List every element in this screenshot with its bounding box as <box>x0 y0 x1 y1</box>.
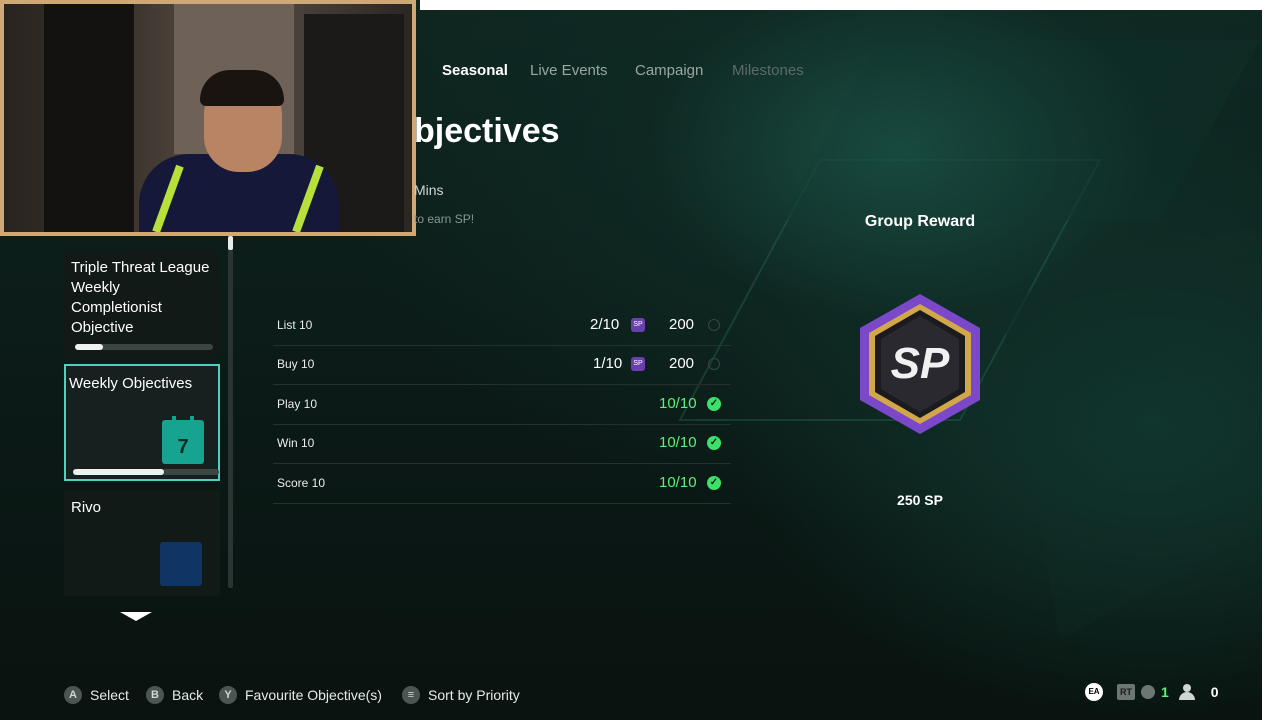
sidebar-item-label: Triple Threat League Weekly Completionis… <box>71 259 210 336</box>
sort-by-priority-button[interactable]: ≡ Sort by Priority <box>402 686 520 704</box>
webcam-overlay <box>0 0 416 236</box>
rt-trigger-icon: RT <box>1117 684 1135 700</box>
action-label: Select <box>90 687 129 703</box>
webcam-background <box>44 4 134 232</box>
tab-live-events[interactable]: Live Events <box>530 62 608 79</box>
friends-icon <box>1178 684 1199 700</box>
calendar-ring <box>172 416 176 424</box>
right-edge <box>1262 0 1280 720</box>
objective-progress: 1/10 <box>593 355 623 372</box>
sp-badge-icon: SP <box>860 294 980 434</box>
objective-progress: 10/10 <box>659 434 697 451</box>
menu-button-icon: ≡ <box>402 686 420 704</box>
objective-row[interactable]: Play 10 10/10 ✓ <box>273 385 731 425</box>
a-button-icon: A <box>64 686 82 704</box>
calendar-ring <box>190 416 194 424</box>
progress-bar <box>75 344 213 350</box>
incomplete-circle-icon <box>708 319 720 331</box>
objective-row[interactable]: Score 10 10/10 ✓ <box>273 464 731 504</box>
calendar-day: 7 <box>177 436 189 458</box>
green-counter: 1 <box>1161 684 1169 700</box>
time-remaining: Mins <box>414 182 444 198</box>
sp-badge-text: SP <box>891 339 950 388</box>
check-icon: ✓ <box>707 436 721 450</box>
objective-row[interactable]: Buy 10 1/10 SP 200 <box>273 345 731 385</box>
top-edge <box>420 0 1262 10</box>
back-button[interactable]: B Back <box>146 686 203 704</box>
y-button-icon: Y <box>219 686 237 704</box>
sidebar-item-weekly-objectives[interactable]: Weekly Objectives 7 <box>64 364 220 481</box>
progress-fill <box>73 469 164 475</box>
check-icon: ✓ <box>707 476 721 490</box>
objective-name: Win 10 <box>277 436 315 450</box>
objective-row[interactable]: List 10 2/10 SP 200 <box>273 306 731 346</box>
page-title: bjectives <box>414 112 560 150</box>
scroll-down-arrow-icon[interactable] <box>120 612 152 621</box>
select-button[interactable]: A Select <box>64 686 129 704</box>
check-icon: ✓ <box>707 397 721 411</box>
objective-name: Buy 10 <box>277 357 315 371</box>
tab-milestones[interactable]: Milestones <box>732 62 804 79</box>
objective-name: Play 10 <box>277 397 318 411</box>
webcam-person <box>200 70 284 106</box>
tab-seasonal[interactable]: Seasonal <box>442 62 508 79</box>
objective-reward: 200 <box>669 316 695 333</box>
speaker-icon <box>1141 685 1155 699</box>
objective-progress: 2/10 <box>590 316 620 333</box>
group-reward-amount: 250 SP <box>897 492 943 508</box>
calendar-icon: 7 <box>162 416 204 464</box>
objective-row[interactable]: Win 10 10/10 ✓ <box>273 424 731 464</box>
objective-progress: 10/10 <box>659 474 697 491</box>
incomplete-circle-icon <box>708 358 720 370</box>
subtitle-hint: to earn SP! <box>414 212 475 226</box>
objective-reward: 200 <box>669 355 695 372</box>
sidebar-item-label: Rivo <box>71 499 102 516</box>
tab-campaign[interactable]: Campaign <box>635 62 703 79</box>
sidebar-scroll-thumb[interactable] <box>228 236 233 250</box>
sidebar-item-rivo[interactable]: Rivo <box>64 490 220 596</box>
progress-fill <box>75 344 103 350</box>
sidebar-scrollbar[interactable] <box>228 236 233 588</box>
action-label: Favourite Objective(s) <box>245 687 382 703</box>
ea-logo-icon: EA <box>1085 683 1103 701</box>
sidebar-item-triple-threat[interactable]: Triple Threat League Weekly Completionis… <box>64 250 220 358</box>
objective-name: List 10 <box>277 318 313 332</box>
group-reward-title: Group Reward <box>864 213 976 230</box>
calendar-icon <box>160 542 202 586</box>
objective-progress: 10/10 <box>659 395 697 412</box>
b-button-icon: B <box>146 686 164 704</box>
friends-count: 0 <box>1210 684 1219 700</box>
progress-bar <box>73 469 219 475</box>
status-bar: EA RT 1 0 <box>1085 683 1219 701</box>
favourite-objectives-button[interactable]: Y Favourite Objective(s) <box>219 686 382 704</box>
action-label: Back <box>172 687 204 703</box>
action-label: Sort by Priority <box>428 687 520 703</box>
sidebar-item-label: Weekly Objectives <box>69 375 193 392</box>
sp-icon: SP <box>631 318 645 332</box>
sp-icon: SP <box>631 357 645 371</box>
objective-name: Score 10 <box>277 476 326 490</box>
